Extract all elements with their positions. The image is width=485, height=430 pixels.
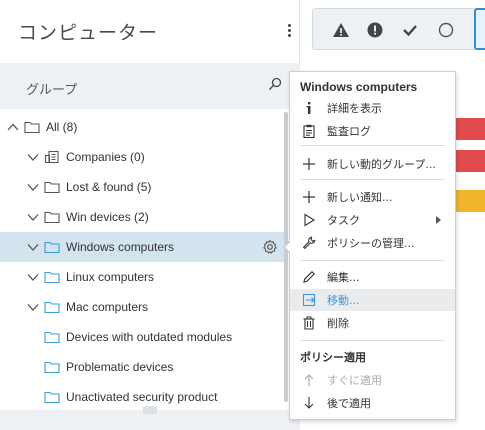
tree-item-label: Windows computers bbox=[66, 240, 175, 254]
arrow-down-icon bbox=[301, 395, 317, 411]
tree-item-label: Win devices (2) bbox=[66, 210, 149, 224]
menu-item-apply-now: すぐに適用 bbox=[290, 369, 455, 391]
tree-item-label: Companies (0) bbox=[66, 150, 145, 164]
play-icon bbox=[301, 212, 317, 228]
tree-item-label: Unactivated security product bbox=[66, 390, 218, 404]
menu-item-label: ポリシーの管理... bbox=[327, 237, 415, 250]
menu-item-label: 詳細を表示 bbox=[327, 102, 382, 115]
tree-item-mac-computers[interactable]: Mac computers bbox=[0, 292, 284, 322]
building-icon bbox=[44, 150, 60, 164]
gear-icon[interactable] bbox=[262, 239, 278, 258]
tree-item-companies[interactable]: Companies (0) bbox=[0, 142, 284, 172]
groups-header-label: グループ bbox=[26, 83, 78, 98]
menu-item-label: 移動... bbox=[327, 294, 360, 307]
menu-item-manage-policies[interactable]: ポリシーの管理... bbox=[290, 232, 455, 254]
menu-item-label: タスク bbox=[327, 214, 360, 227]
menu-item-label: 監査ログ bbox=[327, 125, 371, 138]
arrow-up-icon bbox=[301, 372, 317, 388]
resize-handle[interactable] bbox=[143, 406, 157, 414]
menu-item-label: 新しい通知... bbox=[327, 191, 393, 204]
status-filter-toolbar bbox=[312, 8, 477, 50]
folder-icon bbox=[44, 210, 60, 224]
folder-icon bbox=[44, 240, 60, 254]
plus-icon bbox=[301, 156, 317, 172]
status-bar-yellow bbox=[456, 190, 485, 212]
menu-pointer-inner bbox=[285, 241, 291, 253]
chevron-down-icon[interactable] bbox=[26, 300, 40, 314]
search-icon[interactable] bbox=[268, 77, 282, 96]
tree-item-all[interactable]: All (8) bbox=[0, 112, 284, 142]
menu-item-delete[interactable]: 削除 bbox=[290, 312, 455, 334]
tree-item-problematic-devices[interactable]: Problematic devices bbox=[0, 352, 284, 382]
selected-filter-button[interactable] bbox=[474, 8, 485, 50]
wrench-icon bbox=[301, 235, 317, 251]
policy-section-header: ポリシー適用 bbox=[300, 351, 366, 364]
tree-item-label: All (8) bbox=[46, 120, 78, 134]
context-menu-header: Windows computers bbox=[300, 80, 418, 94]
menu-item-label: 新しい動的グループ... bbox=[327, 158, 436, 171]
tree-item-label: Mac computers bbox=[66, 300, 149, 314]
page-title: コンピューター bbox=[18, 22, 159, 44]
tree-item-win-devices[interactable]: Win devices (2) bbox=[0, 202, 284, 232]
menu-separator bbox=[300, 179, 445, 180]
clipboard-icon bbox=[301, 123, 317, 139]
move-icon bbox=[301, 292, 317, 308]
tree-item-outdated-modules[interactable]: Devices with outdated modules bbox=[0, 322, 284, 352]
menu-item-new-notification[interactable]: 新しい通知... bbox=[290, 186, 455, 208]
menu-item-new-dynamic-group[interactable]: 新しい動的グループ... bbox=[290, 153, 455, 175]
folder-icon bbox=[44, 330, 60, 344]
folder-icon bbox=[44, 390, 60, 404]
folder-icon bbox=[44, 180, 60, 194]
plus-icon bbox=[301, 189, 317, 205]
pencil-icon bbox=[301, 269, 317, 285]
folder-icon bbox=[44, 300, 60, 314]
check-icon[interactable] bbox=[400, 20, 420, 40]
trash-icon bbox=[301, 315, 317, 331]
chevron-down-icon[interactable] bbox=[26, 150, 40, 164]
menu-item-apply-later[interactable]: 後で適用 bbox=[290, 392, 455, 414]
groups-header: グループ bbox=[0, 63, 300, 109]
warning-icon[interactable] bbox=[331, 20, 351, 40]
submenu-arrow-icon bbox=[436, 216, 441, 224]
group-tree: All (8) Companies (0) Lost & found (5) W… bbox=[0, 112, 284, 412]
chevron-down-icon[interactable] bbox=[26, 240, 40, 254]
circle-icon[interactable] bbox=[436, 20, 456, 40]
menu-item-move[interactable]: 移動... bbox=[290, 289, 455, 311]
chevron-up-icon[interactable] bbox=[6, 120, 20, 134]
menu-item-tasks[interactable]: タスク bbox=[290, 209, 455, 231]
error-icon[interactable] bbox=[365, 20, 385, 40]
menu-separator bbox=[300, 340, 445, 341]
tree-item-linux-computers[interactable]: Linux computers bbox=[0, 262, 284, 292]
tree-scrollbar[interactable] bbox=[284, 112, 288, 402]
tree-item-label: Devices with outdated modules bbox=[66, 330, 233, 344]
menu-item-label: すぐに適用 bbox=[327, 374, 382, 387]
chevron-down-icon[interactable] bbox=[26, 270, 40, 284]
chevron-down-icon[interactable] bbox=[26, 180, 40, 194]
menu-separator bbox=[300, 260, 445, 261]
tree-item-unactivated[interactable]: Unactivated security product bbox=[0, 382, 284, 412]
tree-item-label: Linux computers bbox=[66, 270, 155, 284]
menu-item-show-details[interactable]: 詳細を表示 bbox=[290, 97, 455, 119]
folder-icon bbox=[24, 120, 40, 134]
tree-item-windows-computers[interactable]: Windows computers bbox=[0, 232, 284, 262]
tree-item-label: Problematic devices bbox=[66, 360, 174, 374]
chevron-down-icon[interactable] bbox=[26, 210, 40, 224]
info-icon bbox=[301, 100, 317, 116]
groups-panel: コンピューター グループ All (8) Companies (0) Lost … bbox=[0, 0, 300, 430]
menu-item-audit-log[interactable]: 監査ログ bbox=[290, 120, 455, 142]
more-options-icon[interactable] bbox=[284, 22, 294, 40]
menu-separator bbox=[300, 145, 445, 146]
tree-item-label: Lost & found (5) bbox=[66, 180, 152, 194]
menu-item-label: 削除 bbox=[327, 317, 349, 330]
menu-item-label: 編集... bbox=[327, 271, 360, 284]
menu-item-label: 後で適用 bbox=[327, 397, 371, 410]
menu-item-edit[interactable]: 編集... bbox=[290, 266, 455, 288]
context-menu: Windows computers 詳細を表示 監査ログ 新しい動的グループ..… bbox=[289, 71, 456, 420]
folder-icon bbox=[44, 360, 60, 374]
tree-item-lost-found[interactable]: Lost & found (5) bbox=[0, 172, 284, 202]
status-bar-red bbox=[456, 150, 485, 172]
status-bar-red bbox=[456, 118, 485, 140]
folder-icon bbox=[44, 270, 60, 284]
